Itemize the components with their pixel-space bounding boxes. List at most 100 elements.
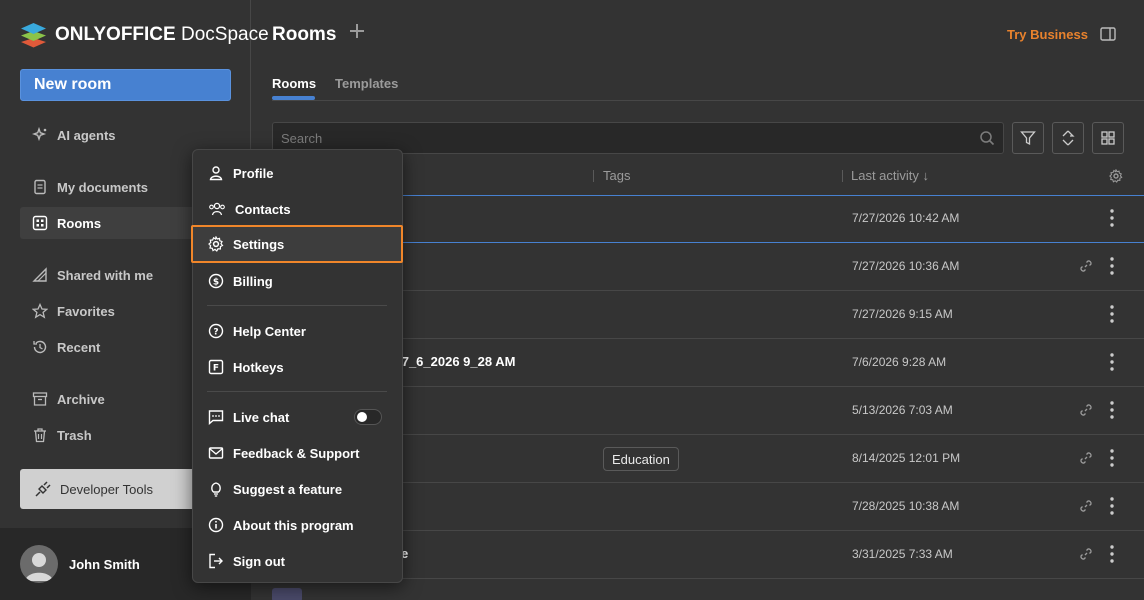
toggle-knob bbox=[357, 412, 367, 422]
info-panel-button[interactable] bbox=[1100, 27, 1116, 41]
menu-item-about[interactable]: About this program bbox=[193, 509, 402, 541]
contacts-icon bbox=[208, 201, 226, 217]
avatar[interactable] bbox=[20, 545, 58, 583]
shared-icon bbox=[32, 267, 48, 283]
menu-item-suggest-feature[interactable]: Suggest a feature bbox=[193, 473, 402, 505]
table-settings-button[interactable] bbox=[1109, 169, 1123, 183]
menu-item-profile[interactable]: Profile bbox=[193, 157, 402, 189]
filter-button[interactable] bbox=[1012, 122, 1044, 154]
link-icon[interactable] bbox=[1079, 403, 1093, 417]
column-header-last-activity[interactable]: Last activity ↓ bbox=[851, 168, 929, 183]
link-icon[interactable] bbox=[1079, 451, 1093, 465]
last-activity: 8/14/2025 12:01 PM bbox=[852, 451, 961, 465]
menu-divider bbox=[207, 305, 387, 306]
plug-icon bbox=[34, 480, 52, 498]
logo[interactable]: ONLYOFFICE DocSpace bbox=[20, 22, 269, 48]
search-placeholder: Search bbox=[281, 130, 323, 146]
tab-active-indicator bbox=[272, 96, 315, 100]
sort-button[interactable] bbox=[1052, 122, 1084, 154]
menu-item-label: About this program bbox=[233, 517, 354, 533]
more-options-icon[interactable] bbox=[1110, 545, 1114, 563]
filter-icon bbox=[1020, 130, 1036, 146]
chat-icon bbox=[208, 409, 224, 425]
document-icon bbox=[32, 179, 48, 195]
user-name: John Smith bbox=[69, 556, 140, 572]
menu-item-help-center[interactable]: ? Help Center bbox=[193, 315, 402, 347]
page-title: Rooms bbox=[272, 24, 337, 45]
column-separator[interactable] bbox=[593, 170, 594, 182]
plus-icon bbox=[348, 22, 366, 40]
menu-item-contacts[interactable]: Contacts bbox=[193, 193, 402, 225]
user-icon bbox=[208, 165, 224, 181]
menu-item-label: Settings bbox=[233, 236, 285, 252]
new-room-button[interactable]: New room bbox=[20, 69, 231, 101]
sort-icon bbox=[1060, 130, 1076, 146]
more-options-icon[interactable] bbox=[1110, 449, 1114, 467]
sidebar-item-label: My documents bbox=[57, 179, 149, 195]
menu-item-hotkeys[interactable]: F Hotkeys bbox=[193, 351, 402, 383]
link-icon[interactable] bbox=[1079, 499, 1093, 513]
tab-templates[interactable]: Templates bbox=[335, 76, 398, 91]
menu-item-label: Help Center bbox=[233, 323, 306, 339]
panel-toggle-icon bbox=[1100, 27, 1116, 41]
onlyoffice-logo-icon bbox=[20, 22, 47, 48]
svg-text:$: $ bbox=[213, 278, 219, 288]
svg-text:?: ? bbox=[213, 328, 218, 338]
menu-item-label: Sign out bbox=[233, 553, 285, 569]
more-options-icon[interactable] bbox=[1110, 257, 1114, 275]
last-activity: 7/28/2025 10:38 AM bbox=[852, 499, 960, 513]
menu-item-sign-out[interactable]: Sign out bbox=[193, 545, 402, 577]
sidebar-item-label: AI agents bbox=[57, 127, 116, 143]
svg-text:F: F bbox=[213, 364, 219, 374]
billing-icon: $ bbox=[208, 273, 224, 289]
menu-item-label: Hotkeys bbox=[233, 359, 284, 375]
room-thumbnail[interactable] bbox=[272, 588, 302, 600]
sidebar-item-label: Rooms bbox=[57, 215, 102, 231]
clock-icon bbox=[32, 339, 48, 355]
gear-icon bbox=[1109, 169, 1123, 183]
more-options-icon[interactable] bbox=[1110, 209, 1114, 227]
last-activity: 7/27/2026 10:42 AM bbox=[852, 211, 960, 225]
tag-badge[interactable]: Education bbox=[603, 447, 679, 471]
more-options-icon[interactable] bbox=[1110, 305, 1114, 323]
archive-icon bbox=[32, 391, 48, 407]
rooms-icon bbox=[32, 215, 48, 231]
mail-icon bbox=[208, 445, 224, 461]
sidebar-item-label: Archive bbox=[57, 391, 105, 407]
column-separator[interactable] bbox=[842, 170, 843, 182]
menu-item-label: Contacts bbox=[235, 201, 291, 217]
try-business-link[interactable]: Try Business bbox=[1007, 27, 1088, 42]
menu-item-billing[interactable]: $ Billing bbox=[193, 265, 402, 297]
last-activity: 7/6/2026 9:28 AM bbox=[852, 355, 947, 369]
link-icon[interactable] bbox=[1079, 259, 1093, 273]
sidebar-item-label: Favorites bbox=[57, 303, 115, 319]
menu-divider bbox=[207, 391, 387, 392]
info-icon bbox=[208, 517, 224, 533]
view-toggle-button[interactable] bbox=[1092, 122, 1124, 154]
live-chat-toggle[interactable] bbox=[354, 409, 382, 425]
tabs-bar: Rooms Templates bbox=[272, 74, 1144, 101]
profile-menu: Profile Contacts Settings $ Billing ? He… bbox=[191, 149, 403, 583]
sidebar-item-ai-agents[interactable]: AI agents bbox=[20, 119, 231, 151]
gear-icon bbox=[208, 236, 224, 252]
logo-text: ONLYOFFICE DocSpace bbox=[55, 24, 269, 45]
menu-item-feedback-support[interactable]: Feedback & Support bbox=[193, 437, 402, 469]
link-icon[interactable] bbox=[1079, 547, 1093, 561]
developer-tools-label: Developer Tools bbox=[60, 481, 153, 497]
grid-icon bbox=[1100, 130, 1116, 146]
more-options-icon[interactable] bbox=[1110, 401, 1114, 419]
search-icon[interactable] bbox=[979, 130, 995, 146]
menu-item-settings[interactable]: Settings bbox=[191, 225, 403, 263]
more-options-icon[interactable] bbox=[1110, 497, 1114, 515]
bulb-icon bbox=[208, 481, 224, 497]
last-activity: 5/13/2026 7:03 AM bbox=[852, 403, 953, 417]
sidebar-item-label: Recent bbox=[57, 339, 101, 355]
menu-item-label: Profile bbox=[233, 165, 274, 181]
sparkle-icon bbox=[32, 127, 48, 143]
column-header-tags[interactable]: Tags bbox=[603, 168, 630, 183]
more-options-icon[interactable] bbox=[1110, 353, 1114, 371]
menu-item-label: Billing bbox=[233, 273, 273, 289]
tab-rooms[interactable]: Rooms bbox=[272, 76, 316, 91]
signout-icon bbox=[208, 553, 224, 569]
add-button[interactable] bbox=[348, 22, 366, 40]
